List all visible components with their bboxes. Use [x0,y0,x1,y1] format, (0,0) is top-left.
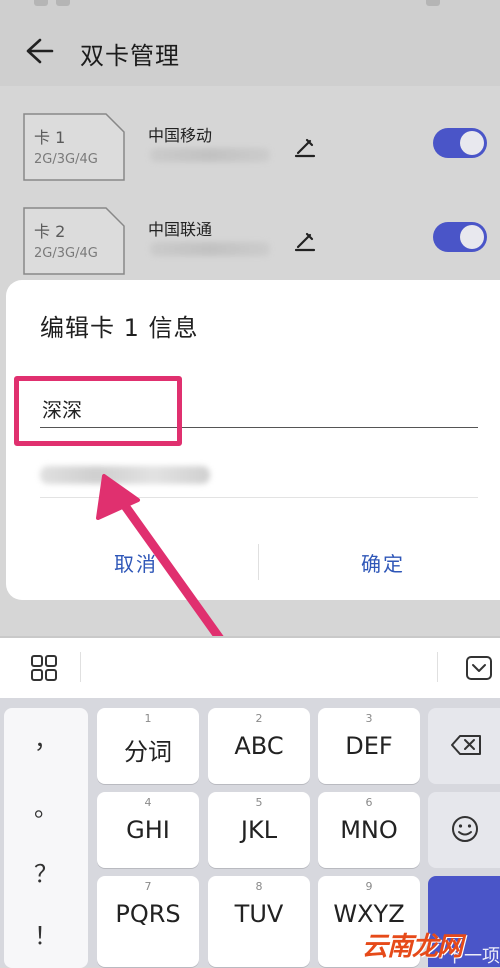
key-number: 2 [255,712,263,725]
key-label: PQRS [115,900,181,928]
punctuation-column: ， 。 ？ ！ [4,708,88,968]
carrier-name: 中国联通 [148,220,213,239]
carrier-name: 中国移动 [148,126,213,145]
emoji-key[interactable] [428,792,500,868]
phone-number-redacted [150,148,270,162]
dialog-title: 编辑卡 1 信息 [40,314,199,342]
toolbar-divider [80,652,81,682]
status-bar [0,0,500,14]
button-divider [258,544,259,580]
key-5[interactable]: 5 JKL [208,792,310,868]
toggle-knob [460,131,484,155]
key-4[interactable]: 4 GHI [97,792,199,868]
emoji-icon [452,816,478,842]
key-8[interactable]: 8 TUV [208,876,310,967]
key-label: GHI [126,816,170,844]
sim-row-1: 卡 1 2G/3G/4G 中国移动 [0,112,500,192]
key-3[interactable]: 3 DEF [318,708,420,784]
key-number: 8 [255,880,263,893]
sim-bands-label: 2G/3G/4G [34,152,98,167]
grid-menu-icon[interactable] [30,654,58,682]
sim-row-2: 卡 2 2G/3G/4G 中国联通 [0,206,500,286]
app-header: 双卡管理 [0,14,500,86]
back-arrow-icon[interactable] [24,36,54,66]
sim-number-input[interactable] [40,460,478,498]
sim-bands-label: 2G/3G/4G [34,246,98,261]
phone-number-redacted [150,242,270,256]
key-7[interactable]: 7 PQRS [97,876,199,967]
number-redacted [40,466,210,484]
watermark-logo: 云南龙网 [362,932,463,962]
key-label: 分词 [124,738,172,766]
backspace-icon [451,735,481,755]
punct-key[interactable]: 。 [4,788,88,823]
key-label: MNO [340,816,398,844]
key-number: 5 [255,796,263,809]
sim-card-icon: 卡 1 2G/3G/4G [22,112,126,182]
key-number: 7 [144,880,152,893]
key-label: JKL [240,816,278,844]
cancel-button[interactable]: 取消 [114,548,158,577]
edit-pencil-icon[interactable] [294,228,318,252]
status-icon [426,0,440,6]
sim-card-icon: 卡 2 2G/3G/4G [22,206,126,276]
key-number: 9 [365,880,373,893]
key-number: 1 [144,712,152,725]
key-label: DEF [345,732,393,760]
sim-slot-label: 卡 1 [34,128,66,147]
toggle-knob [460,225,484,249]
key-6[interactable]: 6 MNO [318,792,420,868]
backspace-key[interactable] [428,708,500,784]
sim-slot-label: 卡 2 [34,222,66,241]
key-number: 4 [144,796,152,809]
punct-key[interactable]: ！ [4,916,88,951]
status-icon [56,0,70,6]
hide-keyboard-icon[interactable] [465,654,493,682]
sim-1-toggle[interactable] [433,128,487,158]
key-number: 6 [365,796,373,809]
key-number: 3 [365,712,373,725]
page-title: 双卡管理 [80,42,180,70]
sim-2-toggle[interactable] [433,222,487,252]
annotation-highlight-box [14,376,182,446]
edit-pencil-icon[interactable] [294,134,318,158]
status-icon [34,0,48,6]
punct-key[interactable]: ？ [4,854,88,889]
confirm-button[interactable]: 确定 [361,548,405,577]
key-1[interactable]: 1 分词 [97,708,199,784]
key-label: ABC [234,732,284,760]
key-2[interactable]: 2 ABC [208,708,310,784]
key-label: WXYZ [333,900,405,928]
key-label: TUV [234,900,284,928]
toolbar-divider [437,652,438,682]
input-underline [40,497,478,498]
keyboard-toolbar [0,638,500,698]
punct-key[interactable]: ， [4,720,88,755]
